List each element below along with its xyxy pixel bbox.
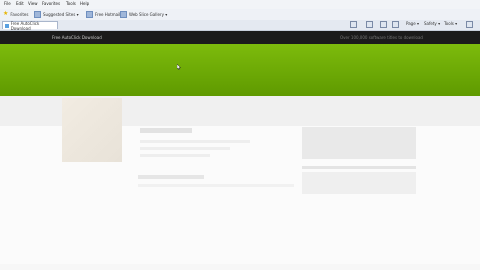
fav-link-label: Web Slice Gallery ▾	[129, 11, 168, 17]
printer-icon	[392, 21, 399, 28]
page-menu[interactable]: Page ▾	[406, 21, 419, 26]
page-menu-label: Page ▾	[406, 21, 419, 26]
menu-favorites[interactable]: Favorites	[42, 1, 60, 6]
site-logo[interactable]: Free AutoClick Download	[52, 35, 102, 40]
fav-suggested-sites[interactable]: Suggested Sites ▾	[34, 10, 79, 18]
menu-tools[interactable]: Tools	[66, 1, 76, 6]
mail-icon	[380, 21, 387, 28]
home-button[interactable]	[350, 21, 357, 28]
feeds-button[interactable]	[366, 21, 373, 28]
site-header: Free AutoClick Download Over 100,000 sof…	[0, 31, 480, 44]
tools-menu[interactable]: Tools ▾	[444, 21, 457, 26]
software-count: Over 100,000 software titles to download	[340, 35, 423, 40]
page-icon	[34, 10, 41, 18]
page-icon	[120, 10, 127, 18]
menu-view[interactable]: View	[28, 1, 38, 6]
menu-file[interactable]: File	[4, 1, 11, 6]
product-image	[62, 98, 122, 162]
sidebar-box	[302, 127, 416, 159]
favorites-button[interactable]: ★ Favorites	[3, 10, 28, 18]
tab-active[interactable]: Free AutoClick Download	[2, 20, 58, 31]
placeholder-subheading	[138, 175, 204, 179]
help-button[interactable]	[466, 21, 473, 28]
page-icon	[86, 10, 93, 18]
rss-icon	[366, 21, 373, 28]
placeholder-line	[140, 147, 230, 150]
placeholder-line	[302, 166, 416, 169]
fav-link-label: Suggested Sites ▾	[43, 11, 79, 17]
tools-menu-label: Tools ▾	[444, 21, 458, 26]
menu-edit[interactable]: Edit	[16, 1, 24, 6]
menu-help[interactable]: Help	[80, 1, 89, 6]
site-favicon-icon	[5, 23, 9, 28]
sidebar-box	[302, 172, 416, 194]
tab-title: Free AutoClick Download	[10, 20, 40, 31]
placeholder-line	[140, 140, 250, 143]
page-footer	[0, 264, 480, 270]
fav-web-slice-gallery[interactable]: Web Slice Gallery ▾	[120, 10, 167, 18]
print-button[interactable]	[392, 21, 399, 28]
fav-free-hotmail[interactable]: Free Hotmail	[86, 10, 120, 18]
home-icon	[350, 21, 357, 28]
placeholder-line	[138, 184, 294, 187]
fav-link-label: Free Hotmail	[95, 11, 121, 17]
hero-banner	[0, 44, 480, 96]
mouse-cursor-icon	[177, 64, 181, 70]
safety-menu[interactable]: Safety ▾	[424, 21, 440, 26]
placeholder-line	[140, 154, 210, 157]
placeholder-heading	[140, 128, 192, 133]
favorites-label: Favorites	[10, 11, 29, 17]
star-icon: ★	[3, 10, 9, 17]
safety-menu-label: Safety ▾	[424, 21, 441, 26]
read-mail-button[interactable]	[380, 21, 387, 28]
help-icon	[466, 21, 473, 28]
